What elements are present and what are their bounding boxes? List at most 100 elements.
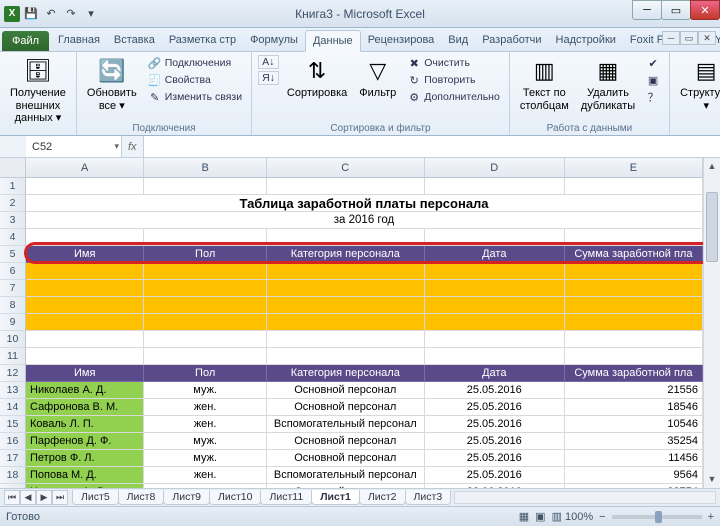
refresh-all-button[interactable]: 🔄 Обновить все ▾ [83,55,141,114]
excel-icon[interactable]: X [4,6,20,22]
scroll-up-icon[interactable]: ▲ [704,158,720,175]
row-header[interactable]: 6 [0,263,25,280]
name-box[interactable]: C52▾ [26,136,122,157]
column-header[interactable]: A [26,158,144,177]
sheet-first-button[interactable]: ⏮ [4,490,20,505]
cell[interactable] [26,178,144,195]
select-all-button[interactable] [0,158,26,178]
cell[interactable]: Попова М. Д. [26,467,144,484]
cell[interactable]: Имя [26,365,144,382]
view-pagebreak-icon[interactable]: ▥ [549,510,565,523]
cell[interactable]: 25.05.2016 [425,433,565,450]
cell[interactable] [267,297,425,314]
sheet-tab[interactable]: Лист9 [163,490,210,505]
row-header[interactable]: 15 [0,416,25,433]
cell[interactable]: Сафронова В. М. [26,399,144,416]
cell[interactable] [425,229,565,246]
cell[interactable]: 25.05.2016 [425,467,565,484]
scroll-down-icon[interactable]: ▼ [704,471,720,488]
cell[interactable]: Основной персонал [267,450,425,467]
cell[interactable]: муж. [144,382,266,399]
ribbon-tab[interactable]: Рецензирова [361,30,442,51]
view-layout-icon[interactable]: ▣ [532,510,548,523]
cell[interactable] [144,280,266,297]
cell[interactable] [144,348,266,365]
cell[interactable] [425,263,565,280]
ribbon-tab[interactable]: Вставка [107,30,162,51]
data-validation-button[interactable]: ✔ [643,55,663,71]
cell[interactable] [267,314,425,331]
sheet-tab[interactable]: Лист11 [260,490,312,505]
outline-button[interactable]: ▤ Структура ▾ [676,55,720,114]
cell[interactable]: 18546 [565,399,703,416]
row-header[interactable]: 4 [0,229,25,246]
row-header[interactable]: 12 [0,365,25,382]
cell[interactable] [144,263,266,280]
sheet-tab[interactable]: Лист2 [359,490,406,505]
qat-more-icon[interactable]: ▾ [82,5,100,23]
cell[interactable] [26,280,144,297]
cell[interactable] [425,280,565,297]
cell[interactable]: 25.05.2016 [425,382,565,399]
cell[interactable] [144,178,266,195]
cell[interactable] [425,331,565,348]
sort-button[interactable]: ⇅ Сортировка [283,55,351,102]
cell[interactable]: Таблица заработной платы персонала [26,195,703,212]
cell[interactable] [565,348,703,365]
sheet-prev-button[interactable]: ◀ [20,490,36,505]
cell[interactable]: Петров Ф. Л. [26,450,144,467]
cell[interactable] [26,263,144,280]
row-header[interactable]: 16 [0,433,25,450]
cell[interactable] [144,331,266,348]
cell[interactable] [565,331,703,348]
cell[interactable]: Сумма заработной пла [565,246,703,263]
cell[interactable] [565,280,703,297]
get-external-data-button[interactable]: 🗄 Получение внешних данных ▾ [6,55,70,127]
edit-links-button[interactable]: ✎Изменить связи [145,89,245,105]
cell[interactable] [144,314,266,331]
zoom-slider[interactable] [612,515,702,519]
maximize-button[interactable]: ▭ [661,0,691,20]
row-header[interactable]: 1 [0,178,25,195]
cell[interactable] [267,229,425,246]
formula-bar[interactable] [143,136,720,157]
cell[interactable] [565,263,703,280]
cell[interactable] [26,297,144,314]
cell[interactable]: Коваль Л. П. [26,416,144,433]
consolidate-button[interactable]: ▣ [643,72,663,88]
file-tab[interactable]: Файл [2,31,49,51]
cell[interactable]: муж. [144,450,266,467]
cell[interactable]: 25.05.2016 [425,416,565,433]
cell[interactable]: 9564 [565,467,703,484]
cell[interactable]: Дата [425,246,565,263]
undo-icon[interactable]: ↶ [42,5,60,23]
redo-icon[interactable]: ↷ [62,5,80,23]
cell[interactable] [26,348,144,365]
ribbon-tab[interactable]: Разметка стр [162,30,243,51]
row-header[interactable]: 2 [0,195,25,212]
cell[interactable]: жен. [144,399,266,416]
row-header[interactable]: 18 [0,467,25,484]
save-icon[interactable]: 💾 [22,5,40,23]
cell[interactable]: жен. [144,416,266,433]
fx-button[interactable]: fx [122,136,143,157]
view-normal-icon[interactable]: ▦ [516,510,532,523]
cell[interactable]: Сумма заработной пла [565,365,703,382]
sort-asc-button[interactable]: А↓ [258,55,279,69]
zoom-level[interactable]: 100% [565,511,593,523]
row-header[interactable]: 11 [0,348,25,365]
cell[interactable]: 21556 [565,382,703,399]
cell[interactable]: 25.05.2016 [425,450,565,467]
cell[interactable] [267,178,425,195]
cell[interactable] [144,229,266,246]
row-header[interactable]: 10 [0,331,25,348]
mdi-close[interactable]: ✕ [698,31,716,45]
cell[interactable]: Дата [425,365,565,382]
zoom-out-button[interactable]: − [599,511,605,523]
cell[interactable] [565,297,703,314]
scroll-thumb[interactable] [706,192,718,262]
cell[interactable]: муж. [144,433,266,450]
cell[interactable]: Вспомогательный персонал [267,467,425,484]
mdi-restore[interactable]: ▭ [680,31,698,45]
filter-button[interactable]: ▽ Фильтр [355,55,400,102]
